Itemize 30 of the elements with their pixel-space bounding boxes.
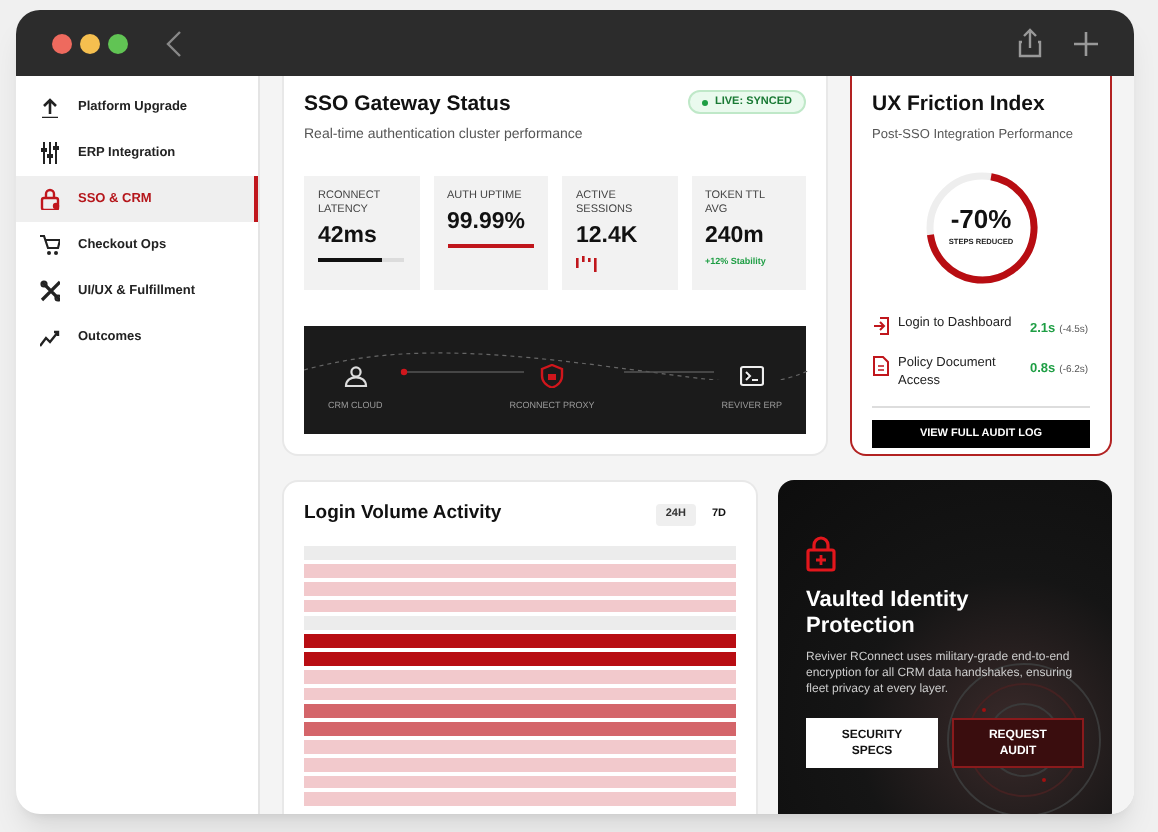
crossed-tools-icon bbox=[40, 280, 60, 302]
lock-icon bbox=[806, 536, 836, 572]
metric-value: 99.99% bbox=[447, 207, 528, 235]
card-title: SSO Gateway Status bbox=[304, 90, 513, 118]
cart-icon bbox=[40, 234, 60, 256]
user-network-icon bbox=[343, 363, 368, 388]
metric-value: 12.4K bbox=[576, 221, 640, 249]
metric-value: 42ms bbox=[318, 221, 379, 249]
close-window-icon[interactable] bbox=[52, 33, 72, 53]
metric-value: 240m bbox=[705, 221, 766, 249]
login-icon bbox=[872, 315, 890, 336]
uptime-underline bbox=[447, 243, 533, 247]
document-icon bbox=[872, 355, 890, 376]
sliders-icon bbox=[40, 142, 60, 164]
card-title: Login Volume Activity bbox=[304, 500, 502, 528]
upload-icon bbox=[40, 96, 60, 118]
add-icon[interactable] bbox=[1074, 31, 1098, 55]
progress-ring bbox=[923, 169, 1039, 286]
lock-icon bbox=[40, 188, 60, 210]
trend-chart-icon bbox=[40, 326, 60, 348]
back-icon[interactable] bbox=[166, 29, 182, 57]
card-title: UX Friction Index bbox=[872, 90, 1047, 118]
zoom-window-icon[interactable] bbox=[108, 33, 128, 53]
shield-icon bbox=[540, 363, 564, 388]
share-icon[interactable] bbox=[1018, 28, 1042, 58]
gauge-value: -70% bbox=[950, 205, 1012, 234]
minimize-window-icon[interactable] bbox=[80, 33, 100, 53]
terminal-icon bbox=[739, 363, 764, 388]
card-title: Vaulted Identity Protection bbox=[806, 588, 971, 640]
mini-bars-icon bbox=[576, 255, 598, 271]
